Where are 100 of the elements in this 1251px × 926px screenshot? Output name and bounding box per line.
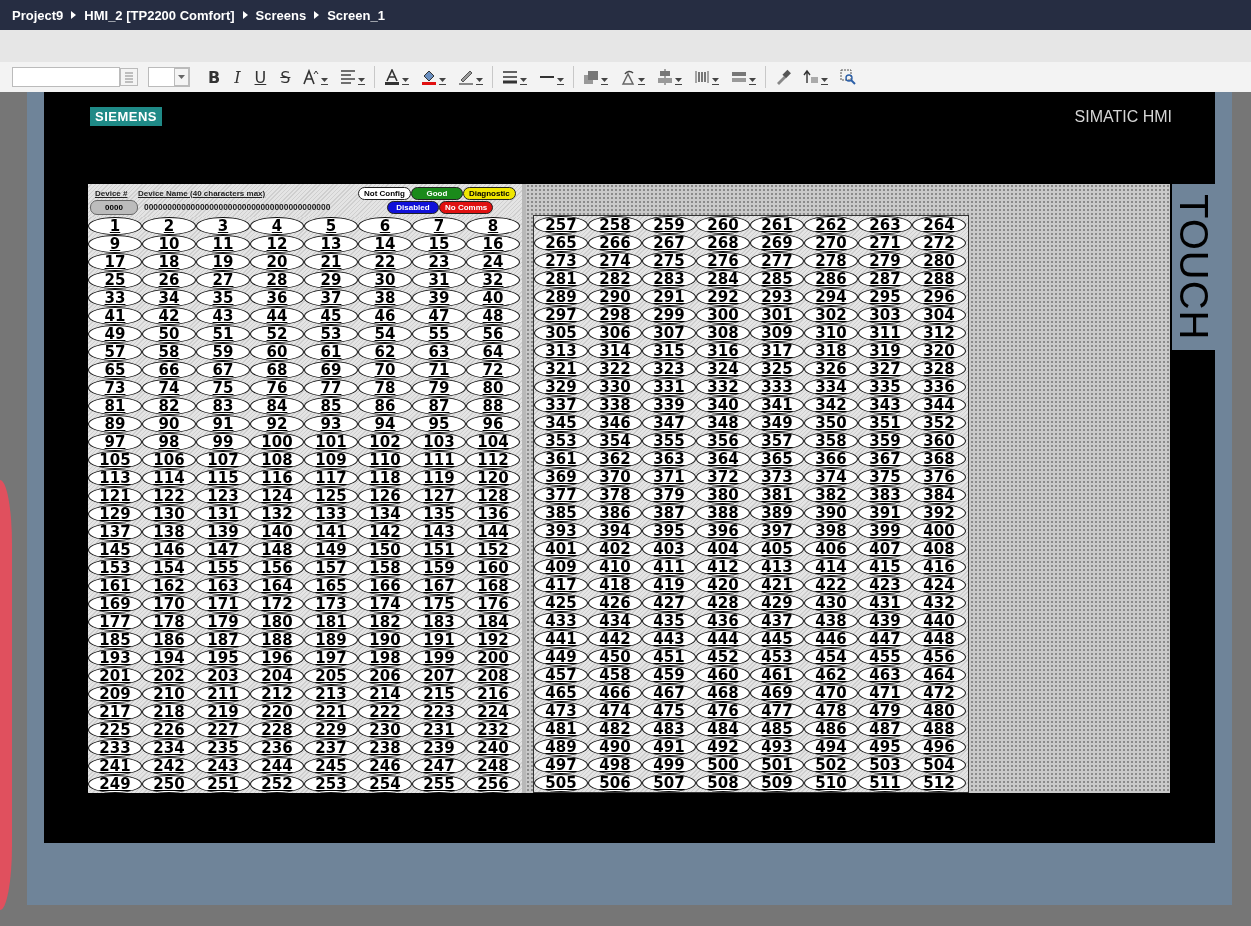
device-button[interactable]: 236	[250, 739, 304, 757]
device-button[interactable]: 170	[142, 595, 196, 613]
device-button[interactable]: 286	[804, 270, 858, 288]
device-button[interactable]: 316	[696, 342, 750, 360]
device-button[interactable]: 147	[196, 541, 250, 559]
device-button[interactable]: 488	[912, 720, 966, 738]
format-button[interactable]: I	[230, 67, 245, 87]
device-button[interactable]: 320	[912, 342, 966, 360]
device-button[interactable]: 443	[642, 630, 696, 648]
dropdown-arrow-icon[interactable]	[402, 75, 410, 85]
device-button[interactable]: 507	[642, 774, 696, 792]
device-button[interactable]: 383	[858, 486, 912, 504]
device-button[interactable]: 256	[466, 775, 520, 793]
device-button[interactable]: 486	[804, 720, 858, 738]
device-button[interactable]: 183	[412, 613, 466, 631]
device-button[interactable]: 449	[534, 648, 588, 666]
device-button[interactable]: 225	[88, 721, 142, 739]
pen-icon[interactable]	[458, 69, 475, 85]
device-button[interactable]: 270	[804, 234, 858, 252]
device-button[interactable]: 343	[858, 396, 912, 414]
device-button[interactable]: 100	[250, 433, 304, 451]
device-button[interactable]: 6	[358, 217, 412, 235]
fill-bucket-icon[interactable]	[421, 69, 438, 85]
device-button[interactable]: 378	[588, 486, 642, 504]
device-button[interactable]: 1	[88, 217, 142, 235]
device-button[interactable]: 205	[304, 667, 358, 685]
device-button[interactable]: 261	[750, 216, 804, 234]
device-button[interactable]: 159	[412, 559, 466, 577]
device-button[interactable]: 257	[534, 216, 588, 234]
device-button[interactable]: 21	[304, 253, 358, 271]
device-button[interactable]: 132	[250, 505, 304, 523]
device-button[interactable]: 350	[804, 414, 858, 432]
device-button[interactable]: 421	[750, 576, 804, 594]
device-button[interactable]: 211	[196, 685, 250, 703]
device-button[interactable]: 444	[696, 630, 750, 648]
device-button[interactable]: 464	[912, 666, 966, 684]
device-button[interactable]: 410	[588, 558, 642, 576]
device-button[interactable]: 68	[250, 361, 304, 379]
device-button[interactable]: 340	[696, 396, 750, 414]
device-button[interactable]: 176	[466, 595, 520, 613]
device-button[interactable]: 48	[466, 307, 520, 325]
device-button[interactable]: 196	[250, 649, 304, 667]
device-button[interactable]: 338	[588, 396, 642, 414]
device-button[interactable]: 226	[142, 721, 196, 739]
device-button[interactable]: 12	[250, 235, 304, 253]
device-button[interactable]: 61	[304, 343, 358, 361]
device-button[interactable]: 317	[750, 342, 804, 360]
device-button[interactable]: 31	[412, 271, 466, 289]
device-button[interactable]: 223	[412, 703, 466, 721]
device-button[interactable]: 212	[250, 685, 304, 703]
device-button[interactable]: 304	[912, 306, 966, 324]
device-button[interactable]: 435	[642, 612, 696, 630]
device-button[interactable]: 510	[804, 774, 858, 792]
device-button[interactable]: 43	[196, 307, 250, 325]
device-button[interactable]: 284	[696, 270, 750, 288]
device-button[interactable]: 493	[750, 738, 804, 756]
device-button[interactable]: 135	[412, 505, 466, 523]
device-button[interactable]: 272	[912, 234, 966, 252]
device-button[interactable]: 118	[358, 469, 412, 487]
device-button[interactable]: 434	[588, 612, 642, 630]
device-button[interactable]: 337	[534, 396, 588, 414]
device-button[interactable]: 130	[142, 505, 196, 523]
device-button[interactable]: 477	[750, 702, 804, 720]
device-button[interactable]: 287	[858, 270, 912, 288]
breadcrumb-item[interactable]: Screen_1	[327, 7, 385, 23]
device-button[interactable]: 420	[696, 576, 750, 594]
device-button[interactable]: 103	[412, 433, 466, 451]
device-button[interactable]: 414	[804, 558, 858, 576]
dropdown-arrow-icon[interactable]	[712, 75, 720, 85]
device-button[interactable]: 362	[588, 450, 642, 468]
device-button[interactable]: 4	[250, 217, 304, 235]
device-button[interactable]: 355	[642, 432, 696, 450]
device-button[interactable]: 494	[804, 738, 858, 756]
device-button[interactable]: 208	[466, 667, 520, 685]
device-button[interactable]: 189	[304, 631, 358, 649]
device-button[interactable]: 491	[642, 738, 696, 756]
stacked-squares-icon[interactable]	[583, 69, 600, 85]
device-button[interactable]: 451	[642, 648, 696, 666]
device-button[interactable]: 360	[912, 432, 966, 450]
device-button[interactable]: 86	[358, 397, 412, 415]
device-button[interactable]: 120	[466, 469, 520, 487]
device-button[interactable]: 260	[696, 216, 750, 234]
device-button[interactable]: 400	[912, 522, 966, 540]
device-button[interactable]: 425	[534, 594, 588, 612]
device-button[interactable]: 55	[412, 325, 466, 343]
device-button[interactable]: 489	[534, 738, 588, 756]
device-button[interactable]: 291	[642, 288, 696, 306]
device-button[interactable]: 310	[804, 324, 858, 342]
device-button[interactable]: 200	[466, 649, 520, 667]
device-button[interactable]: 318	[804, 342, 858, 360]
device-button[interactable]: 506	[588, 774, 642, 792]
device-button[interactable]: 162	[142, 577, 196, 595]
device-button[interactable]: 436	[696, 612, 750, 630]
device-button[interactable]: 109	[304, 451, 358, 469]
device-button[interactable]: 440	[912, 612, 966, 630]
device-button[interactable]: 17	[88, 253, 142, 271]
device-button[interactable]: 245	[304, 757, 358, 775]
device-button[interactable]: 396	[696, 522, 750, 540]
device-button[interactable]: 171	[196, 595, 250, 613]
device-button[interactable]: 114	[142, 469, 196, 487]
